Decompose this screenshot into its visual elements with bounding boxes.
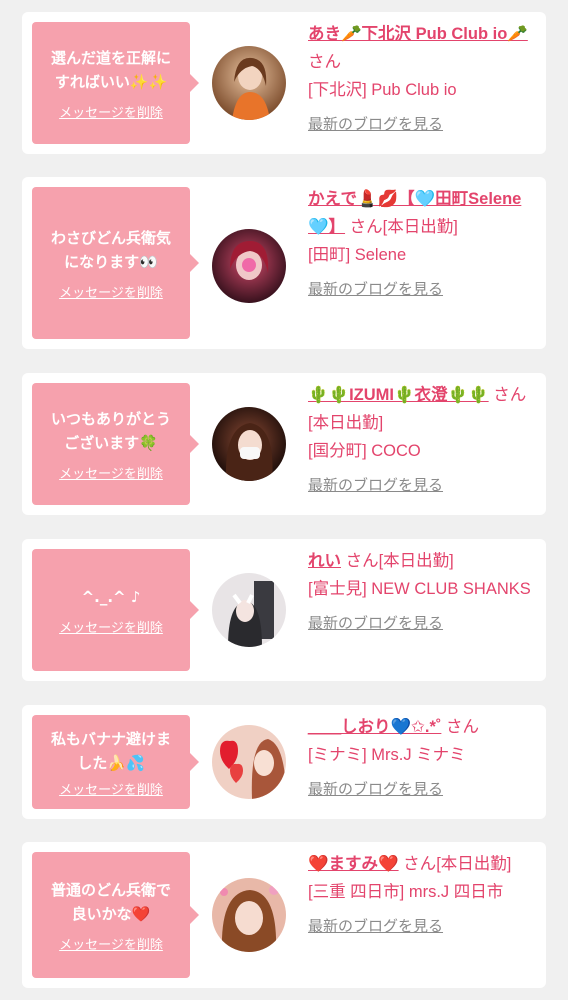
message-text: 私もバナナ避けま した🍌💦 <box>50 729 171 772</box>
san-label: さん <box>341 552 379 570</box>
message-bubble: 選んだ道を正解に すればいい✨✨ メッセージを削除 <box>32 22 199 144</box>
message-card: ^._.^ ♪ メッセージを削除 れい さん[本日出勤] [富士見] NEW C… <box>22 539 546 681</box>
shop-name: [三重 四日市] mrs.J 四日市 <box>308 883 504 901</box>
message-bubble: 普通のどん兵衛で 良いかな❤️ メッセージを削除 <box>32 852 199 978</box>
attendance-status: [本日出勤] <box>308 414 384 432</box>
san-label: さん <box>308 53 341 71</box>
attendance-status: [本日出勤] <box>378 552 454 570</box>
avatar[interactable] <box>212 878 286 952</box>
san-label: さん <box>441 718 479 736</box>
cast-info: あき🥕下北沢 Pub Club io🥕 さん [下北沢] Pub Club io… <box>308 20 540 138</box>
avatar[interactable] <box>212 407 286 481</box>
delete-message-link[interactable]: メッセージを削除 <box>59 934 163 953</box>
avatar[interactable] <box>212 46 286 120</box>
message-bubble: 私もバナナ避けま した🍌💦 メッセージを削除 <box>32 715 199 809</box>
message-card: いつもありがとう ございます🍀 メッセージを削除 🌵🌵IZUMI🌵衣澄🌵🌵 さん… <box>22 373 546 515</box>
cast-info: ❤️ますみ❤️ さん[本日出勤] [三重 四日市] mrs.J 四日市 最新のブ… <box>308 850 540 940</box>
delete-message-link[interactable]: メッセージを削除 <box>59 779 163 798</box>
san-label: さん <box>488 386 527 404</box>
shop-name: [ミナミ] Mrs.J ミナミ <box>308 746 466 764</box>
message-text: ^._.^ ♪ <box>81 587 141 606</box>
message-bubble: いつもありがとう ございます🍀 メッセージを削除 <box>32 383 199 505</box>
message-list: 選んだ道を正解に すればいい✨✨ メッセージを削除 あき🥕下北沢 Pub Clu… <box>0 0 568 1000</box>
message-text: いつもありがとう ございます🍀 <box>50 409 171 452</box>
cast-name-link[interactable]: ❤️ますみ❤️ <box>308 855 399 873</box>
cast-info: ＿＿しおり💙✩.*˚ さん [ミナミ] Mrs.J ミナミ 最新のブログを見る <box>308 713 540 803</box>
message-text: 選んだ道を正解に すればいい✨✨ <box>50 48 171 91</box>
san-label: さん <box>398 855 437 873</box>
message-card: わさびどん兵衛気 になります👀 メッセージを削除 かえで💄💋【🩵田町Selene… <box>22 177 546 349</box>
latest-blog-link[interactable]: 最新のブログを見る <box>308 912 443 940</box>
shop-name: [下北沢] Pub Club io <box>308 81 457 99</box>
cast-name-link[interactable]: あき🥕下北沢 Pub Club io🥕 <box>308 25 528 43</box>
message-card: 普通のどん兵衛で 良いかな❤️ メッセージを削除 ❤️ますみ❤️ さん[本日出勤… <box>22 842 546 988</box>
delete-message-link[interactable]: メッセージを削除 <box>59 617 163 636</box>
shop-name: [田町] Selene <box>308 246 407 264</box>
avatar[interactable] <box>212 725 286 799</box>
cast-info: 🌵🌵IZUMI🌵衣澄🌵🌵 さん [本日出勤] [国分町] COCO 最新のブログを… <box>308 381 540 499</box>
message-bubble: ^._.^ ♪ メッセージを削除 <box>32 549 199 671</box>
delete-message-link[interactable]: メッセージを削除 <box>59 102 163 121</box>
cast-name-link[interactable]: れい <box>308 552 341 570</box>
delete-message-link[interactable]: メッセージを削除 <box>59 463 163 482</box>
attendance-status: [本日出勤] <box>436 855 512 873</box>
san-label: さん <box>345 218 383 236</box>
cast-info: かえで💄💋【🩵田町Selene🩵】 さん[本日出勤] [田町] Selene 最… <box>308 185 540 303</box>
message-card: 選んだ道を正解に すればいい✨✨ メッセージを削除 あき🥕下北沢 Pub Clu… <box>22 12 546 154</box>
attendance-status: [本日出勤] <box>382 218 458 236</box>
avatar[interactable] <box>212 573 286 647</box>
avatar[interactable] <box>212 229 286 303</box>
shop-name: [国分町] COCO <box>308 442 421 460</box>
latest-blog-link[interactable]: 最新のブログを見る <box>308 775 443 803</box>
cast-name-link[interactable]: ＿＿しおり💙✩.*˚ <box>308 718 441 736</box>
delete-message-link[interactable]: メッセージを削除 <box>59 282 163 301</box>
message-text: 普通のどん兵衛で 良いかな❤️ <box>50 880 171 923</box>
message-text: わさびどん兵衛気 になります👀 <box>50 228 171 271</box>
latest-blog-link[interactable]: 最新のブログを見る <box>308 110 443 138</box>
shop-name: [富士見] NEW CLUB SHANKS <box>308 580 531 598</box>
message-card: 私もバナナ避けま した🍌💦 メッセージを削除 ＿＿しおり💙✩.*˚ さん [ミナ… <box>22 705 546 819</box>
latest-blog-link[interactable]: 最新のブログを見る <box>308 275 443 303</box>
latest-blog-link[interactable]: 最新のブログを見る <box>308 609 443 637</box>
cast-info: れい さん[本日出勤] [富士見] NEW CLUB SHANKS 最新のブログ… <box>308 547 540 637</box>
latest-blog-link[interactable]: 最新のブログを見る <box>308 471 443 499</box>
cast-name-link[interactable]: 🌵🌵IZUMI🌵衣澄🌵🌵 <box>308 386 489 404</box>
message-bubble: わさびどん兵衛気 になります👀 メッセージを削除 <box>32 187 199 339</box>
